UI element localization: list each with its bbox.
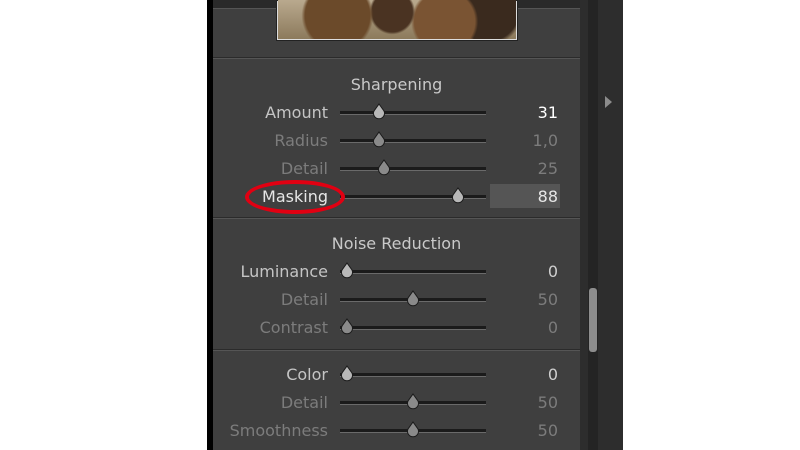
smoothness-slider-thumb[interactable] [406,421,420,438]
contrast-label: Contrast [259,318,328,337]
amount-label: Amount [265,103,328,122]
masking-highlight-ring [245,180,345,214]
masking-slider-thumb[interactable] [451,187,465,204]
luminance-slider-track[interactable] [340,270,486,274]
section-divider-highlight [213,58,580,59]
color-detail-slider-thumb[interactable] [406,393,420,410]
contrast-slider-thumb[interactable] [340,318,354,335]
noise-detail-slider-thumb[interactable] [406,290,420,307]
color-label: Color [286,365,328,384]
detail-slider-thumb[interactable] [377,159,391,176]
amount-slider-track[interactable] [340,111,486,115]
color-detail-label: Detail [280,393,328,412]
luminance-slider-thumb[interactable] [340,262,354,279]
detail-preview-image[interactable] [278,0,516,39]
color-detail-value[interactable]: 50 [498,393,558,412]
color-slider-track[interactable] [340,373,486,377]
noise-detail-value[interactable]: 50 [498,290,558,309]
contrast-slider-track[interactable] [340,326,486,330]
amount-slider-thumb[interactable] [372,103,386,120]
sharpening-title: Sharpening [350,75,443,94]
panel-scrollbar-track[interactable] [588,0,598,450]
amount-value[interactable]: 31 [498,103,558,122]
contrast-value[interactable]: 0 [498,318,558,337]
color-slider-thumb[interactable] [340,365,354,382]
noise-detail-label: Detail [280,290,328,309]
section-divider-highlight [213,218,580,219]
radius-label: Radius [274,131,328,150]
luminance-value[interactable]: 0 [498,262,558,281]
panel-gutter [580,0,623,450]
panel-scrollbar-thumb[interactable] [589,288,597,352]
radius-slider-thumb[interactable] [372,131,386,148]
smoothness-value[interactable]: 50 [498,421,558,440]
detail-label: Detail [280,159,328,178]
radius-value[interactable]: 1,0 [498,131,558,150]
detail-slider-track[interactable] [340,167,486,171]
subsection-divider-highlight [213,350,580,351]
collapse-panel-arrow-icon[interactable] [605,96,612,108]
radius-slider-track[interactable] [340,139,486,143]
masking-value[interactable]: 88 [498,187,558,206]
detail-value[interactable]: 25 [498,159,558,178]
color-value[interactable]: 0 [498,365,558,384]
luminance-label: Luminance [240,262,328,281]
noise-reduction-title: Noise Reduction [331,234,462,253]
smoothness-label: Smoothness [229,421,328,440]
